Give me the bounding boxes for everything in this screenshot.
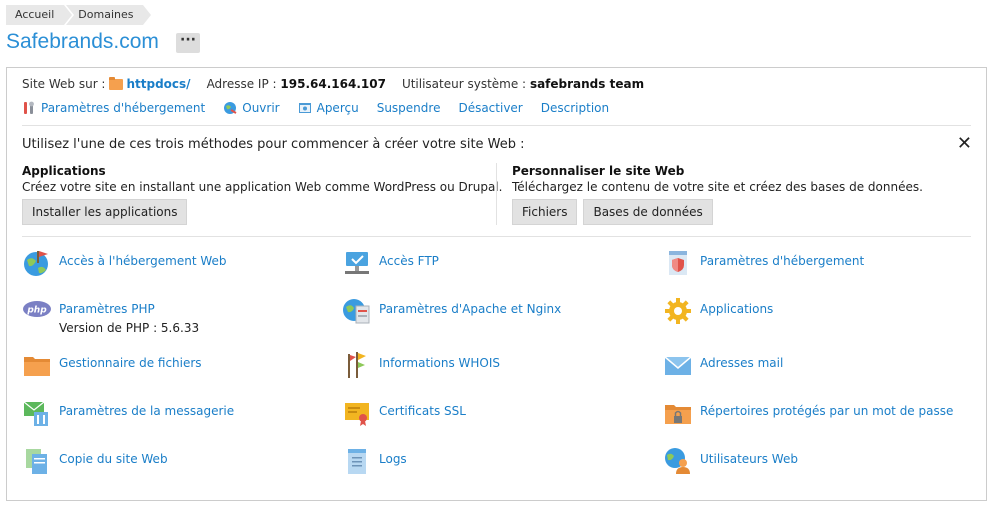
ftp-icon (345, 252, 369, 274)
tool-mail-settings[interactable]: Paramètres de la messagerie (22, 398, 234, 428)
web-users-icon (665, 448, 690, 474)
action-hosting-settings-label: Paramètres d'hébergement (41, 101, 206, 115)
tool-apache-nginx[interactable]: Paramètres d'Apache et Nginx (342, 296, 561, 326)
install-apps-button[interactable]: Installer les applications (22, 199, 188, 225)
mail-settings-icon (23, 401, 48, 426)
page-title: Safebrands.com (6, 30, 159, 53)
tool-label: Logs (379, 452, 407, 466)
action-description-label: Description (540, 101, 610, 115)
tool-label: Certificats SSL (379, 404, 466, 418)
action-deactivate[interactable]: Désactiver (458, 101, 522, 115)
more-options-button[interactable]: ··· (176, 33, 200, 53)
tools-icon (24, 101, 34, 114)
tool-logs[interactable]: Logs (342, 446, 407, 476)
customize-title: Personnaliser le site Web (512, 164, 685, 178)
breadcrumb: Accueil Domaines (6, 5, 152, 25)
mail-icon (664, 356, 692, 375)
tool-label: Gestionnaire de fichiers (59, 356, 202, 370)
tool-label: Paramètres d'Apache et Nginx (379, 302, 562, 316)
ip-value: 195.64.164.107 (280, 77, 386, 91)
tool-php-settings[interactable]: php Paramètres PHP Version de PHP : 5.6.… (22, 296, 199, 335)
divider (22, 125, 971, 126)
tool-site-copy[interactable]: Copie du site Web (22, 446, 168, 476)
tool-label: Paramètres PHP (59, 302, 155, 316)
folder-icon (109, 76, 124, 90)
action-open[interactable]: Ouvrir (223, 101, 280, 115)
domain-panel: Site Web sur : httpdocs/ Adresse IP : 19… (6, 67, 987, 501)
tool-label: Copie du site Web (59, 452, 168, 466)
preview-icon (298, 103, 311, 113)
system-user-value: safebrands team (529, 77, 645, 91)
action-preview[interactable]: Aperçu (298, 101, 359, 115)
web-hosting-icon (24, 251, 48, 276)
tool-ssl-certificates[interactable]: Certificats SSL (342, 398, 466, 428)
action-deactivate-label: Désactiver (458, 101, 523, 115)
action-suspend[interactable]: Suspendre (377, 101, 441, 115)
tool-hosting-settings[interactable]: Paramètres d'hébergement (663, 248, 864, 278)
httpdocs-link[interactable]: httpdocs/ (126, 77, 190, 91)
svg-text:php: php (26, 306, 47, 316)
tool-label: Paramètres de la messagerie (59, 404, 235, 418)
tool-label: Accès à l'hébergement Web (59, 254, 227, 268)
apache-nginx-icon (343, 299, 370, 324)
ip-label: Adresse IP : (206, 77, 277, 91)
customize-description: Téléchargez le contenu de votre site et … (512, 180, 923, 194)
tool-mail-addresses[interactable]: Adresses mail (663, 350, 783, 380)
close-icon[interactable]: ✕ (957, 134, 972, 154)
applications-description: Créez votre site en installant une appli… (22, 180, 503, 194)
protected-folder-icon (665, 405, 691, 424)
ssl-certificate-icon (345, 403, 369, 426)
tool-label: Répertoires protégés par un mot de passe (700, 404, 954, 418)
site-label: Site Web sur : (22, 77, 106, 91)
applications-section: Applications Créez votre site en install… (22, 164, 503, 225)
tool-whois[interactable]: Informations WHOIS (342, 350, 500, 380)
domain-info-row: Site Web sur : httpdocs/ Adresse IP : 19… (22, 76, 660, 91)
action-open-label: Ouvrir (242, 101, 280, 115)
applications-gear-icon (665, 298, 691, 324)
tool-web-hosting-access[interactable]: Accès à l'hébergement Web (22, 248, 227, 278)
tool-file-manager[interactable]: Gestionnaire de fichiers (22, 350, 202, 380)
hosting-settings-icon (669, 251, 687, 275)
php-icon: php (23, 301, 51, 317)
site-copy-icon (26, 449, 47, 474)
tool-label: Adresses mail (700, 356, 784, 370)
action-preview-label: Aperçu (316, 101, 359, 115)
files-button[interactable]: Fichiers (512, 199, 578, 225)
breadcrumb-domains[interactable]: Domaines (66, 5, 152, 25)
file-manager-icon (24, 357, 50, 376)
tool-ftp-access[interactable]: Accès FTP (342, 248, 439, 278)
tool-label: Paramètres d'hébergement (700, 254, 865, 268)
globe-open-icon (224, 102, 237, 114)
customize-section: Personnaliser le site Web Téléchargez le… (512, 164, 972, 225)
logs-icon (348, 449, 366, 474)
tool-label: Utilisateurs Web (700, 452, 798, 466)
databases-button[interactable]: Bases de données (583, 199, 713, 225)
divider (22, 236, 971, 237)
tool-label: Applications (700, 302, 774, 316)
action-suspend-label: Suspendre (376, 101, 441, 115)
whois-icon (348, 352, 366, 378)
tool-protected-directories[interactable]: Répertoires protégés par un mot de passe (663, 398, 953, 428)
tool-applications[interactable]: Applications (663, 296, 773, 326)
php-version: Version de PHP : 5.6.33 (59, 321, 200, 335)
tool-label: Informations WHOIS (379, 356, 501, 370)
system-user-label: Utilisateur système : (401, 77, 527, 91)
start-instructions: Utilisez l'une de ces trois méthodes pou… (22, 137, 525, 152)
tool-web-users[interactable]: Utilisateurs Web (663, 446, 798, 476)
applications-title: Applications (22, 164, 106, 178)
breadcrumb-home[interactable]: Accueil (6, 5, 73, 25)
action-description[interactable]: Description (541, 101, 609, 115)
section-divider (496, 163, 497, 225)
domain-actions: Paramètres d'hébergement Ouvrir Aperçu S… (22, 101, 627, 115)
tool-label: Accès FTP (379, 254, 439, 268)
action-hosting-settings[interactable]: Paramètres d'hébergement (22, 101, 205, 115)
